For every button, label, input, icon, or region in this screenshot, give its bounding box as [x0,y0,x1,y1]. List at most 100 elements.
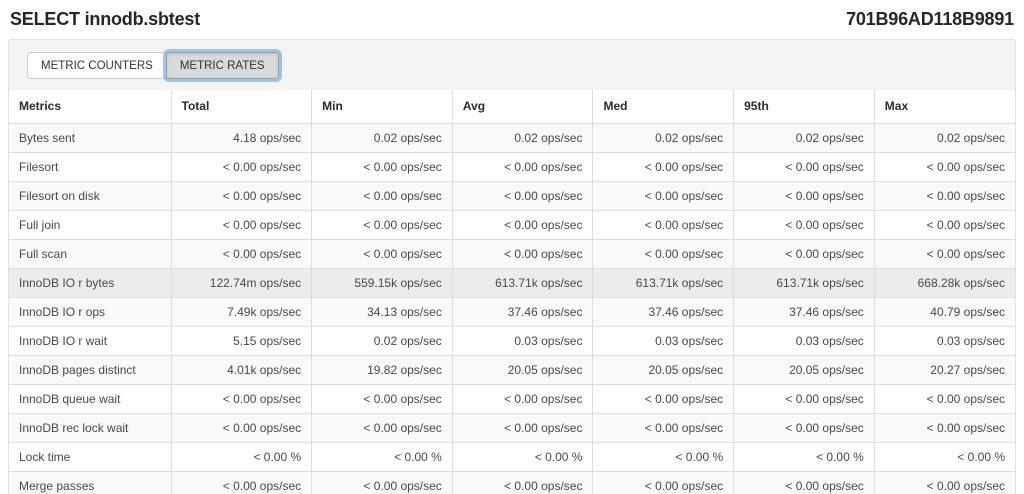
metric-total-cell: < 0.00 ops/sec [170,238,313,269]
metric-avg-cell: < 0.00 ops/sec [451,383,594,414]
metric-name-cell: InnoDB IO r wait [9,325,172,356]
metric-row[interactable]: InnoDB queue wait < 0.00 ops/sec < 0.00 … [9,383,1015,414]
metric-max-cell: 0.03 ops/sec [873,325,1015,356]
metric-max-cell: 20.27 ops/sec [873,354,1015,385]
metric-row[interactable]: InnoDB pages distinct 4.01k ops/sec 19.8… [9,354,1015,385]
metric-95th-cell: < 0.00 ops/sec [733,412,875,443]
metric-name-cell: Lock time [9,441,172,472]
metric-max-cell: < 0.00 ops/sec [873,470,1015,494]
column-header-metrics: Metrics [9,90,172,124]
metric-avg-cell: 0.03 ops/sec [451,325,594,356]
metric-name-cell: Filesort on disk [9,180,172,211]
metrics-table: Metrics Total Min Avg Med 95th Max Bytes… [9,90,1015,494]
metric-med-cell: 37.46 ops/sec [592,296,735,327]
metric-total-cell: 4.01k ops/sec [170,354,313,385]
metric-avg-cell: < 0.00 ops/sec [451,412,594,443]
metric-avg-cell: < 0.00 ops/sec [451,209,594,240]
metric-med-cell: 20.05 ops/sec [592,354,735,385]
metric-name-cell: InnoDB queue wait [9,383,172,414]
metric-row[interactable]: Full scan < 0.00 ops/sec < 0.00 ops/sec … [9,238,1015,269]
metric-max-cell: < 0.00 ops/sec [873,383,1015,414]
metric-max-cell: < 0.00 ops/sec [873,238,1015,269]
metric-row[interactable]: Filesort < 0.00 ops/sec < 0.00 ops/sec <… [9,151,1015,182]
metric-row[interactable]: Lock time < 0.00 % < 0.00 % < 0.00 % < 0… [9,441,1015,472]
metric-row[interactable]: Merge passes < 0.00 ops/sec < 0.00 ops/s… [9,470,1015,494]
query-analytics-page: SELECT innodb.sbtest 701B96AD118B9891 ME… [0,0,1024,494]
metric-avg-cell: < 0.00 % [451,441,594,472]
metric-med-cell: < 0.00 ops/sec [592,209,735,240]
metric-avg-cell: < 0.00 ops/sec [451,238,594,269]
metric-max-cell: < 0.00 ops/sec [873,412,1015,443]
page-header: SELECT innodb.sbtest 701B96AD118B9891 [0,0,1024,30]
metric-med-cell: < 0.00 ops/sec [592,238,735,269]
metric-name-cell: Full join [9,209,172,240]
column-header-95th: 95th [733,90,875,124]
metric-max-cell: < 0.00 % [873,441,1015,472]
metric-max-cell: < 0.00 ops/sec [873,151,1015,182]
metric-95th-cell: 0.02 ops/sec [733,122,875,153]
metric-avg-cell: 20.05 ops/sec [451,354,594,385]
metric-avg-cell: < 0.00 ops/sec [451,470,594,494]
page-title: SELECT innodb.sbtest [10,9,201,29]
metric-row[interactable]: Filesort on disk < 0.00 ops/sec < 0.00 o… [9,180,1015,211]
metric-avg-cell: 0.02 ops/sec [451,122,594,153]
metric-min-cell: < 0.00 ops/sec [311,412,453,443]
metric-95th-cell: < 0.00 ops/sec [733,383,875,414]
metric-min-cell: 559.15k ops/sec [311,267,453,298]
metric-row[interactable]: InnoDB IO r bytes 122.74m ops/sec 559.15… [9,267,1015,298]
metric-counters-tab[interactable]: METRIC COUNTERS [27,52,167,79]
metric-total-cell: < 0.00 ops/sec [170,412,313,443]
metric-total-cell: < 0.00 % [170,441,313,472]
metric-95th-cell: 0.03 ops/sec [733,325,875,356]
metric-med-cell: < 0.00 ops/sec [592,470,735,494]
column-header-min: Min [311,90,453,124]
metric-95th-cell: < 0.00 ops/sec [733,151,875,182]
metric-total-cell: 4.18 ops/sec [170,122,313,153]
metric-min-cell: 0.02 ops/sec [311,325,453,356]
metric-min-cell: < 0.00 ops/sec [311,151,453,182]
metric-max-cell: 668.28k ops/sec [873,267,1015,298]
metric-name-cell: Full scan [9,238,172,269]
metric-95th-cell: 37.46 ops/sec [733,296,875,327]
metric-rates-tab[interactable]: METRIC RATES [165,52,279,79]
metric-95th-cell: < 0.00 ops/sec [733,209,875,240]
metric-med-cell: < 0.00 % [592,441,735,472]
metric-95th-cell: < 0.00 % [733,441,875,472]
metric-min-cell: < 0.00 ops/sec [311,209,453,240]
column-header-total: Total [170,90,313,124]
metrics-view-toggle: METRIC COUNTERS METRIC RATES [9,40,1015,90]
metrics-panel: METRIC COUNTERS METRIC RATES Metrics Tot… [8,39,1016,494]
metric-min-cell: 34.13 ops/sec [311,296,453,327]
metric-min-cell: < 0.00 % [311,441,453,472]
metric-name-cell: InnoDB IO r bytes [9,267,172,298]
metric-total-cell: < 0.00 ops/sec [170,470,313,494]
metric-row[interactable]: Bytes sent 4.18 ops/sec 0.02 ops/sec 0.0… [9,122,1015,153]
metric-row[interactable]: InnoDB IO r ops 7.49k ops/sec 34.13 ops/… [9,296,1015,327]
query-checksum: 701B96AD118B9891 [846,9,1014,29]
metric-avg-cell: 613.71k ops/sec [451,267,594,298]
metric-95th-cell: 20.05 ops/sec [733,354,875,385]
metric-med-cell: < 0.00 ops/sec [592,180,735,211]
metric-med-cell: 0.03 ops/sec [592,325,735,356]
metric-avg-cell: < 0.00 ops/sec [451,151,594,182]
metric-row[interactable]: InnoDB rec lock wait < 0.00 ops/sec < 0.… [9,412,1015,443]
metric-row[interactable]: InnoDB IO r wait 5.15 ops/sec 0.02 ops/s… [9,325,1015,356]
metric-total-cell: 122.74m ops/sec [170,267,313,298]
metric-name-cell: InnoDB pages distinct [9,354,172,385]
metric-total-cell: < 0.00 ops/sec [170,180,313,211]
metric-max-cell: < 0.00 ops/sec [873,180,1015,211]
metric-min-cell: < 0.00 ops/sec [311,470,453,494]
metric-name-cell: Bytes sent [9,122,172,153]
metric-95th-cell: 613.71k ops/sec [733,267,875,298]
metric-total-cell: < 0.00 ops/sec [170,151,313,182]
metric-max-cell: 40.79 ops/sec [873,296,1015,327]
metric-name-cell: InnoDB IO r ops [9,296,172,327]
column-header-avg: Avg [451,90,594,124]
metric-95th-cell: < 0.00 ops/sec [733,238,875,269]
metric-avg-cell: < 0.00 ops/sec [451,180,594,211]
metric-min-cell: < 0.00 ops/sec [311,383,453,414]
metric-95th-cell: < 0.00 ops/sec [733,470,875,494]
metric-row[interactable]: Full join < 0.00 ops/sec < 0.00 ops/sec … [9,209,1015,240]
metric-min-cell: 19.82 ops/sec [311,354,453,385]
metric-med-cell: < 0.00 ops/sec [592,151,735,182]
